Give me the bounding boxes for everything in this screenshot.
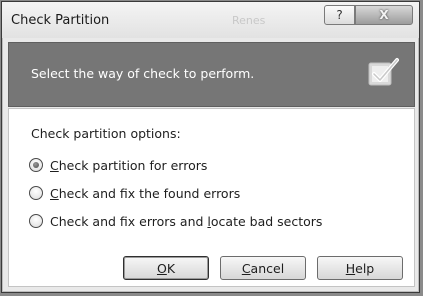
background-window-title: Renes — [232, 14, 266, 27]
check-partition-dialog: Check Partition Renes ? X Select the way… — [1, 1, 420, 293]
checkmark-document-icon — [368, 58, 399, 86]
option-label: Check and fix the found errors — [50, 185, 241, 201]
radio-button[interactable] — [29, 186, 43, 200]
option-check-for-errors[interactable]: Check partition for errors — [29, 155, 207, 175]
title-bar[interactable]: Check Partition Renes ? X — [2, 2, 419, 38]
option-fix-and-locate-bad-sectors[interactable]: Check and fix errors and locate bad sect… — [29, 211, 322, 231]
help-button-label: Help — [345, 260, 375, 276]
help-button[interactable]: Help — [317, 256, 403, 280]
cancel-button[interactable]: Cancel — [220, 256, 306, 280]
radio-button-selected[interactable] — [29, 158, 43, 172]
ok-button[interactable]: OK — [123, 256, 209, 280]
close-title-button[interactable]: X — [355, 5, 413, 25]
window-title: Check Partition — [11, 13, 110, 28]
radio-button[interactable] — [29, 214, 43, 228]
ok-button-label: OK — [156, 260, 176, 276]
close-icon: X — [379, 8, 389, 22]
question-mark-icon: ? — [336, 8, 343, 22]
instruction-banner: Select the way of check to perform. — [8, 42, 415, 107]
cancel-button-label: Cancel — [241, 260, 285, 276]
option-label: Check partition for errors — [50, 157, 208, 173]
help-title-button[interactable]: ? — [324, 5, 355, 25]
option-check-and-fix[interactable]: Check and fix the found errors — [29, 183, 240, 203]
option-label: Check and fix errors and locate bad sect… — [50, 213, 323, 229]
banner-instruction-text: Select the way of check to perform. — [31, 66, 255, 81]
options-heading: Check partition options: — [31, 126, 181, 141]
options-panel: Check partition options: Check partition… — [8, 108, 415, 287]
